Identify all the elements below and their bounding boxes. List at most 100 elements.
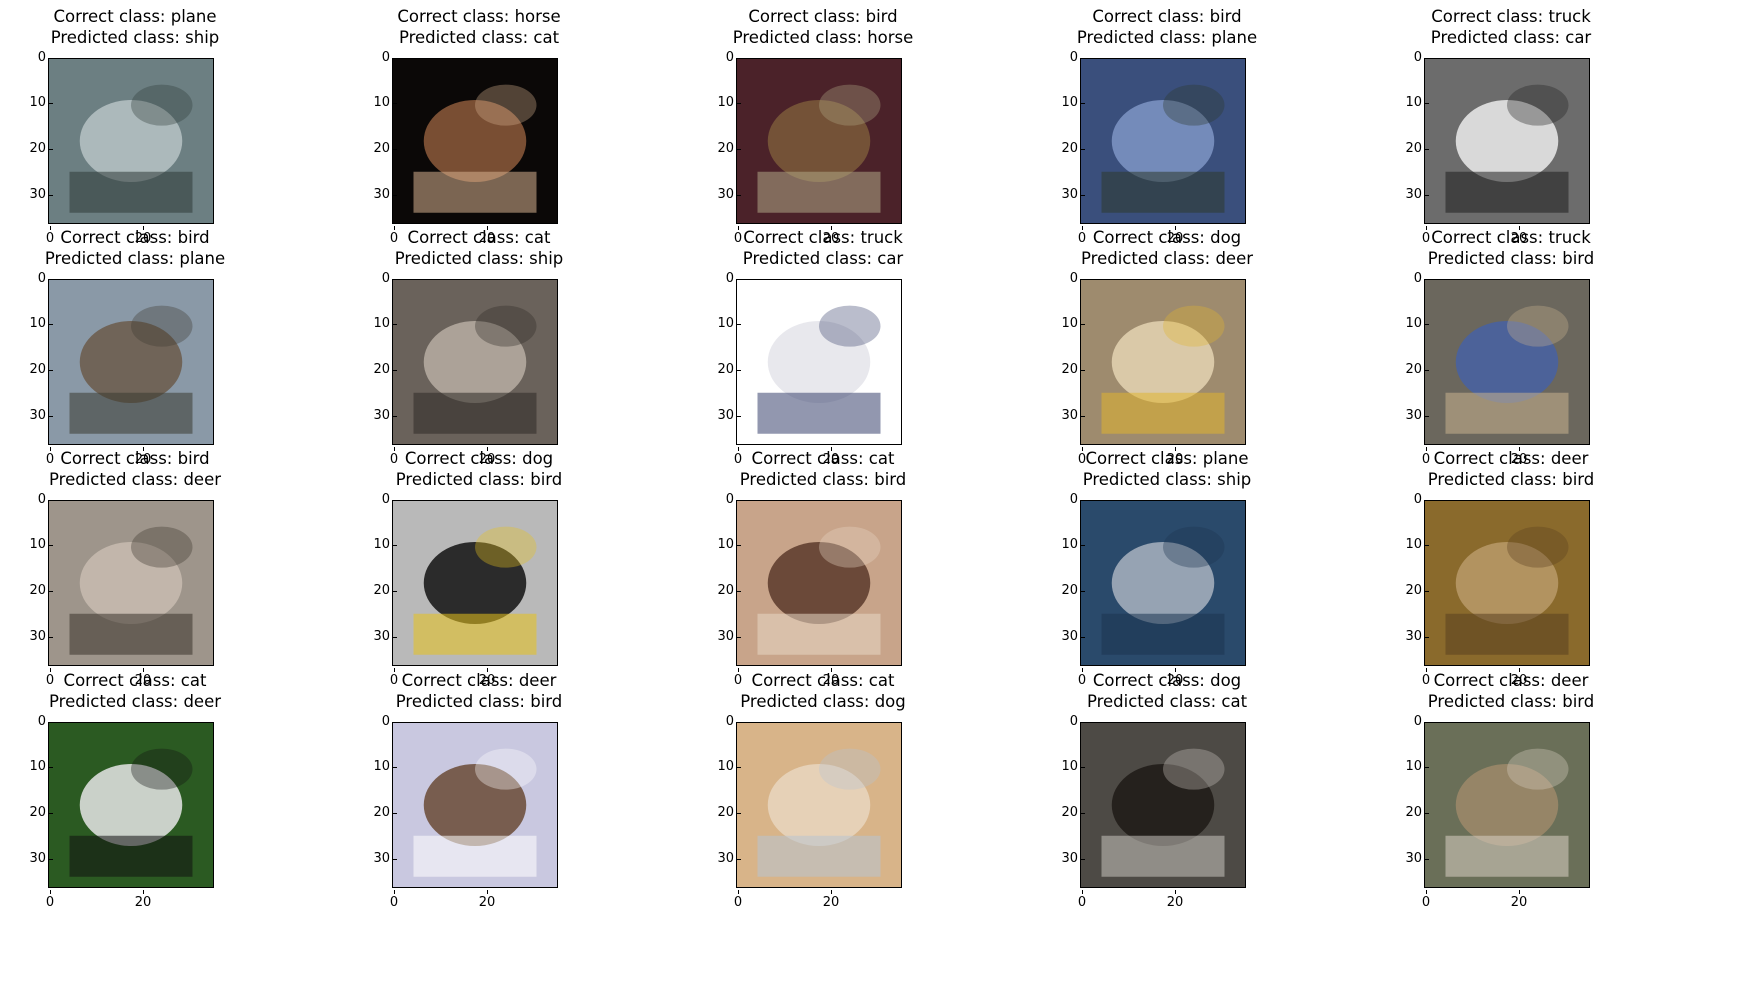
y-tick-label: 10 (717, 537, 741, 552)
y-tick-label: 20 (1405, 805, 1429, 820)
y-tick-label: 30 (1405, 851, 1429, 866)
image-panel: Correct class: bird Predicted class: plan… (1042, 6, 1302, 246)
sample-image (1424, 722, 1590, 888)
y-tick-label: 20 (373, 583, 397, 598)
image-panel: Correct class: truck Predicted class: car… (698, 227, 958, 467)
sample-image (736, 722, 902, 888)
y-tick-label: 20 (29, 805, 53, 820)
y-tick-label: 10 (717, 759, 741, 774)
x-tick-label: 20 (1504, 890, 1534, 910)
image-panel: Correct class: plane Predicted class: shi… (10, 6, 270, 246)
predicted-class-label: Predicted class: horse (732, 28, 914, 47)
correct-class-label: Correct class: truck (743, 228, 903, 247)
y-tick-label: 30 (717, 851, 741, 866)
y-tick-label: 20 (29, 141, 53, 156)
predicted-class-label: Predicted class: bird (395, 692, 563, 711)
image-panel: Correct class: deer Predicted class: bird… (1386, 448, 1646, 688)
y-tick-label: 0 (1413, 492, 1430, 507)
correct-class-label: Correct class: dog (1092, 228, 1242, 247)
y-tick-label: 30 (373, 629, 397, 644)
predicted-class-label: Predicted class: plane (1076, 28, 1258, 47)
y-tick-label: 0 (1413, 714, 1430, 729)
y-tick-label: 10 (717, 316, 741, 331)
predicted-class-label: Predicted class: dog (740, 692, 906, 711)
sample-image (1080, 58, 1246, 224)
correct-class-label: Correct class: bird (60, 228, 210, 247)
correct-class-label: Correct class: truck (1431, 7, 1591, 26)
x-tick-label: 20 (1160, 890, 1190, 910)
y-tick-label: 20 (1061, 141, 1085, 156)
predicted-class-label: Predicted class: car (1430, 28, 1592, 47)
y-tick-label: 0 (37, 50, 54, 65)
y-tick-label: 30 (1061, 629, 1085, 644)
y-tick-label: 20 (1405, 362, 1429, 377)
sample-image (392, 279, 558, 445)
y-tick-label: 10 (717, 95, 741, 110)
y-tick-label: 30 (1405, 408, 1429, 423)
correct-class-label: Correct class: plane (1085, 449, 1249, 468)
y-tick-label: 30 (717, 408, 741, 423)
y-tick-label: 0 (1069, 50, 1086, 65)
y-tick-label: 0 (1069, 714, 1086, 729)
y-tick-label: 30 (1061, 187, 1085, 202)
sample-image (1424, 279, 1590, 445)
y-tick-label: 10 (1405, 95, 1429, 110)
sample-image (392, 58, 558, 224)
image-panel: Correct class: deer Predicted class: bird… (1386, 670, 1646, 910)
y-tick-label: 0 (381, 271, 398, 286)
image-panel: Correct class: bird Predicted class: deer… (10, 448, 270, 688)
y-tick-label: 30 (717, 629, 741, 644)
predicted-class-label: Predicted class: ship (1082, 470, 1252, 489)
image-panel: Correct class: bird Predicted class: plan… (10, 227, 270, 467)
y-tick-label: 30 (1405, 187, 1429, 202)
sample-image (1424, 500, 1590, 666)
correct-class-label: Correct class: deer (1433, 671, 1589, 690)
y-tick-label: 30 (29, 187, 53, 202)
y-tick-label: 10 (29, 95, 53, 110)
predicted-class-label: Predicted class: ship (50, 28, 220, 47)
y-tick-label: 30 (373, 851, 397, 866)
correct-class-label: Correct class: horse (397, 7, 561, 26)
y-tick-label: 10 (373, 316, 397, 331)
predicted-class-label: Predicted class: cat (1086, 692, 1248, 711)
y-tick-label: 0 (725, 271, 742, 286)
image-panel: Correct class: deer Predicted class: bird… (354, 670, 614, 910)
correct-class-label: Correct class: cat (63, 671, 207, 690)
y-tick-label: 30 (373, 187, 397, 202)
y-tick-label: 0 (381, 492, 398, 507)
sample-image (1080, 722, 1246, 888)
sample-image (48, 279, 214, 445)
y-tick-label: 10 (29, 759, 53, 774)
y-tick-label: 10 (373, 95, 397, 110)
correct-class-label: Correct class: dog (404, 449, 554, 468)
sample-image (736, 58, 902, 224)
y-tick-label: 20 (717, 583, 741, 598)
y-tick-label: 20 (1061, 805, 1085, 820)
sample-image (1080, 279, 1246, 445)
y-tick-label: 0 (381, 50, 398, 65)
y-tick-label: 0 (725, 714, 742, 729)
predicted-class-label: Predicted class: deer (48, 692, 222, 711)
y-tick-label: 10 (373, 537, 397, 552)
y-tick-label: 30 (717, 187, 741, 202)
y-tick-label: 30 (1061, 408, 1085, 423)
x-tick-label: 0 (1067, 890, 1097, 910)
x-tick-label: 0 (1411, 890, 1441, 910)
predicted-class-label: Predicted class: ship (394, 249, 564, 268)
y-tick-label: 30 (29, 851, 53, 866)
y-tick-label: 30 (1061, 851, 1085, 866)
sample-image (392, 500, 558, 666)
y-tick-label: 30 (29, 408, 53, 423)
y-tick-label: 0 (37, 492, 54, 507)
y-tick-label: 20 (717, 362, 741, 377)
y-tick-label: 0 (381, 714, 398, 729)
y-tick-label: 10 (1405, 759, 1429, 774)
correct-class-label: Correct class: deer (401, 671, 557, 690)
predicted-class-label: Predicted class: bird (739, 470, 907, 489)
y-tick-label: 0 (1413, 271, 1430, 286)
y-tick-label: 20 (373, 141, 397, 156)
correct-class-label: Correct class: bird (60, 449, 210, 468)
y-tick-label: 30 (373, 408, 397, 423)
y-tick-label: 20 (1061, 362, 1085, 377)
correct-class-label: Correct class: plane (53, 7, 217, 26)
